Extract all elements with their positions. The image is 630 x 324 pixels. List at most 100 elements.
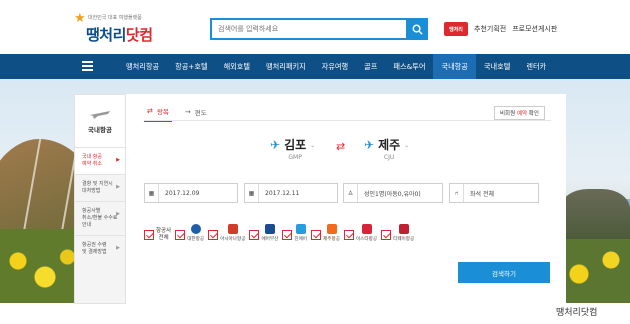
- main-nav: 땡처리항공 항공+호텔 해외호텔 땡처리패키지 자유여행 골프 패스&투어 국내…: [0, 54, 630, 79]
- nav-list: 땡처리항공 항공+호텔 해외호텔 땡처리패키지 자유여행 골프 패스&투어 국내…: [118, 54, 554, 79]
- logo-name: 땡처리닷컴: [86, 24, 153, 45]
- sidebar-item-cancel[interactable]: 국내 항공 예약 취소 ▶: [75, 147, 125, 174]
- airline-name: 에어부산: [261, 237, 279, 242]
- booking-card: ⇄ 왕복 → 편도 비회원 예약 확인 ✈ 김포 GMP ⌄ ⇄ ✈ 제주 CJ…: [126, 94, 566, 304]
- checkbox[interactable]: [381, 230, 392, 240]
- nav-item-ddaeng-air[interactable]: 땡처리항공: [118, 54, 167, 79]
- airline-item: 대한항공: [187, 224, 204, 242]
- nav-item-domestic-hotel[interactable]: 국내호텔: [476, 54, 518, 79]
- sidebar-title: 국내항공: [88, 126, 112, 134]
- airline-all-line: 전체: [158, 235, 169, 241]
- airline-option-jeju-air[interactable]: 제주항공: [311, 216, 340, 242]
- airline-option-all[interactable]: 항공사 전체: [144, 216, 171, 242]
- nav-item-pass-tour[interactable]: 패스&투어: [385, 54, 433, 79]
- airline-option-korean-air[interactable]: 대한항공: [175, 216, 204, 242]
- hamburger-menu-icon[interactable]: [82, 61, 93, 72]
- sidebar-item-delay[interactable]: 결항 및 지연시 대처방법 ▶: [75, 174, 125, 201]
- nav-item-domestic-air[interactable]: 국내항공: [433, 54, 476, 79]
- calendar-icon: ▦: [245, 184, 259, 202]
- airline-item: 제주항공: [323, 224, 340, 242]
- airline-option-eastar[interactable]: 이스타항공: [343, 216, 378, 242]
- destination-city: 제주: [378, 138, 401, 152]
- logo-name-part1: 땡처리: [86, 26, 126, 44]
- sidebar-item-refund[interactable]: 항공사별 취소/환불 수수료안내 ▶: [75, 201, 125, 235]
- recommend-link[interactable]: 추천기획전: [474, 24, 506, 34]
- logo-tagline: 대한민국 대표 여행플랫폼: [88, 15, 142, 21]
- return-date-field[interactable]: ▦ 2017.12.11: [244, 183, 338, 203]
- airline-name: 아시아나항공: [220, 237, 246, 242]
- member-check-text: 비회원: [500, 111, 517, 117]
- swap-route-icon[interactable]: ⇄: [336, 140, 345, 153]
- airline-item: 티웨이항공: [393, 224, 414, 242]
- nav-item-air-hotel[interactable]: 항공+호텔: [167, 54, 215, 79]
- airline-item: 아시아나항공: [220, 224, 245, 242]
- passenger-value: 성인1명(아동0,유아0): [364, 190, 421, 198]
- sidebar-item-line: 결항 및 지연시: [82, 181, 113, 187]
- chevron-down-icon: ⌄: [404, 142, 410, 149]
- passenger-field[interactable]: ♙ 성인1명(아동0,유아0): [343, 183, 443, 203]
- top-header: ★ 대한민국 대표 여행플랫폼 땡처리닷컴 땡처리 추천기획전 프로모션게시판: [0, 0, 630, 54]
- member-check-text: 확인: [527, 111, 539, 117]
- member-check-highlight: 예약: [516, 111, 528, 117]
- checkbox[interactable]: [144, 230, 154, 240]
- origin-code: GMP: [288, 154, 302, 161]
- airline-all-label: 항공사 전체: [156, 228, 171, 242]
- seat-class-value: 좌석 전체: [470, 190, 494, 198]
- sidebar-item-line: 및 결제방법: [82, 249, 107, 255]
- return-date-value: 2017.12.11: [265, 189, 300, 197]
- route-selector: ✈ 김포 GMP ⌄ ⇄ ✈ 제주 CJU ⌄: [266, 138, 426, 168]
- depart-date-field[interactable]: ▦ 2017.12.09: [144, 183, 238, 203]
- chevron-right-icon: ▶: [116, 184, 120, 190]
- checkbox[interactable]: [343, 230, 354, 240]
- top-links: 땡처리 추천기획전 프로모션게시판: [444, 18, 557, 40]
- airline-filter: 항공사 전체 대한항공 아시아나항공 에어부산 진에어 제주항공 이스타항공 티…: [144, 216, 414, 242]
- nav-item-package[interactable]: 땡처리패키지: [258, 54, 314, 79]
- sidebar-item-line: 대처방법: [82, 188, 101, 194]
- korean-air-logo-icon: [190, 224, 201, 234]
- checkbox[interactable]: [175, 230, 186, 240]
- search-icon: [412, 24, 423, 35]
- checkbox[interactable]: [282, 230, 293, 240]
- airline-option-jin-air[interactable]: 진에어: [282, 216, 307, 242]
- mini-brand-logo[interactable]: 땡처리: [444, 22, 468, 36]
- nav-item-free-travel[interactable]: 자유여행: [314, 54, 356, 79]
- asiana-logo-icon: [227, 224, 238, 234]
- sidebar-header: 국내항공: [75, 95, 125, 147]
- sidebar-item-line: 항공권 수령: [82, 242, 107, 248]
- checkbox[interactable]: [249, 230, 260, 240]
- origin-selector[interactable]: ✈ 김포 GMP ⌄: [270, 138, 315, 161]
- seat-class-field[interactable]: ⑁ 좌석 전체: [449, 183, 539, 203]
- jeju-air-logo-icon: [326, 224, 337, 234]
- nav-item-golf[interactable]: 골프: [356, 54, 385, 79]
- depart-date-value: 2017.12.09: [165, 189, 200, 197]
- sidebar: 국내항공 국내 항공 예약 취소 ▶ 결항 및 지연시 대처방법 ▶ 항공사별 …: [74, 94, 126, 304]
- airline-option-asiana[interactable]: 아시아나항공: [208, 216, 245, 242]
- site-logo[interactable]: ★ 대한민국 대표 여행플랫폼 땡처리닷컴: [74, 10, 184, 48]
- search-flights-button[interactable]: 검색하기: [458, 262, 550, 283]
- round-trip-arrows-icon: ⇄: [147, 107, 153, 115]
- image-caption: 땡처리닷컴: [556, 308, 598, 318]
- airline-name: 대한항공: [187, 237, 205, 242]
- airline-option-tway[interactable]: 티웨이항공: [381, 216, 414, 242]
- airline-option-air-busan[interactable]: 에어부산: [249, 216, 278, 242]
- guest-reservation-check-button[interactable]: 비회원 예약 확인: [494, 106, 545, 120]
- search-input[interactable]: [210, 18, 406, 40]
- airline-name: 티웨이항공: [393, 237, 415, 242]
- checkbox[interactable]: [208, 230, 219, 240]
- nav-item-overseas-hotel[interactable]: 해외호텔: [216, 54, 258, 79]
- sidebar-item-line: 취소/환불 수수료안내: [82, 215, 118, 228]
- origin-name-block: 김포 GMP: [284, 138, 306, 161]
- airline-name: 이스타항공: [355, 237, 378, 242]
- checkbox[interactable]: [311, 230, 322, 240]
- promo-link[interactable]: 프로모션게시판: [512, 24, 557, 34]
- nav-item-rental-car[interactable]: 렌터카: [518, 54, 554, 79]
- seat-icon: ⑁: [450, 184, 464, 202]
- airline-name: 제주항공: [323, 237, 340, 242]
- search-button[interactable]: [406, 18, 428, 40]
- destination-name-block: 제주 CJU: [378, 138, 400, 161]
- origin-city: 김포: [284, 138, 307, 152]
- sidebar-item-ticket[interactable]: 항공권 수령 및 결제방법 ▶: [75, 235, 125, 262]
- person-icon: ♙: [344, 184, 358, 202]
- destination-selector[interactable]: ✈ 제주 CJU ⌄: [364, 138, 409, 161]
- sidebar-item-line: 예약 취소: [82, 161, 102, 167]
